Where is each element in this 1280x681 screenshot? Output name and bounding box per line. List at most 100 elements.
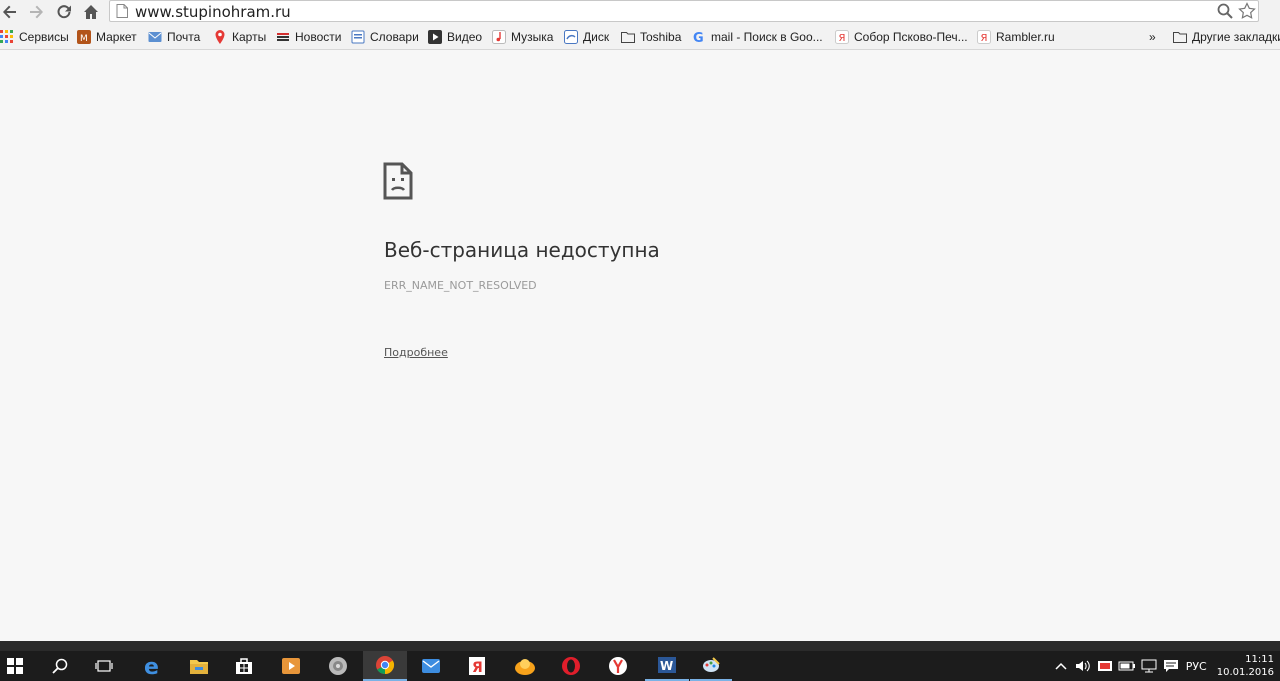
bookmark-toshiba[interactable]: Toshiba: [621, 28, 681, 46]
star-icon[interactable]: [1238, 2, 1256, 20]
yandex-icon: [609, 657, 627, 675]
taskbar-media-player[interactable]: [271, 651, 311, 681]
details-link[interactable]: Подробнее: [384, 346, 448, 359]
back-button[interactable]: [0, 2, 20, 22]
bookmark-label: Диск: [583, 30, 610, 44]
word-icon: W: [658, 657, 676, 673]
tray-volume[interactable]: [1072, 651, 1094, 681]
tray-network[interactable]: [1138, 651, 1160, 681]
svg-text:W: W: [660, 659, 673, 673]
bookmark-rambler[interactable]: Я Rambler.ru: [977, 28, 1055, 46]
bookmark-label: Видео: [447, 30, 483, 44]
svg-text:Я: Я: [472, 660, 483, 676]
video-icon: [428, 30, 442, 44]
address-bar[interactable]: www.stupinohram.ru: [109, 0, 1259, 22]
bookmarks-bar: Сервисы M Маркет Почта Карты Новости Сло…: [0, 24, 1280, 50]
search-button[interactable]: [40, 651, 80, 681]
bookmark-maps[interactable]: Карты: [213, 28, 266, 46]
market-icon: M: [77, 30, 91, 44]
clock-date: 10.01.2016: [1216, 667, 1274, 678]
bookmark-dictionaries[interactable]: Словари: [351, 28, 419, 46]
search-icon[interactable]: [1216, 2, 1234, 20]
bookmark-label: Маркет: [96, 30, 137, 44]
bookmark-label: Rambler.ru: [996, 30, 1055, 44]
bookmark-market[interactable]: M Маркет: [77, 28, 137, 46]
bookmark-label: Новости: [295, 30, 342, 44]
taskbar-mail[interactable]: [411, 651, 451, 681]
map-pin-icon: [213, 30, 227, 44]
taskbar-paint[interactable]: [690, 651, 732, 681]
disk-icon: [564, 30, 578, 44]
taskbar-chrome[interactable]: [363, 651, 407, 681]
google-icon: G: [692, 30, 706, 44]
forward-button[interactable]: [26, 2, 46, 22]
bookmark-google-search[interactable]: G mail - Поиск в Goo...: [692, 28, 823, 46]
taskbar-app-circle[interactable]: [318, 651, 358, 681]
tray-battery[interactable]: [1116, 651, 1138, 681]
bookmark-label: Музыка: [511, 30, 554, 44]
yandex-icon: Я: [469, 657, 485, 676]
error-code: ERR_NAME_NOT_RESOLVED: [384, 279, 537, 292]
bookmark-mail[interactable]: Почта: [148, 28, 200, 46]
windows-logo-icon: [7, 658, 23, 674]
taskbar-store[interactable]: [224, 651, 264, 681]
chevron-up-icon: [1055, 662, 1067, 670]
battery-icon: [1118, 661, 1135, 671]
bookmark-label: Собор Псково-Печ...: [854, 30, 968, 44]
mail-icon: [148, 30, 162, 44]
bookmark-video[interactable]: Видео: [428, 28, 482, 46]
folder-icon: [190, 660, 208, 674]
start-button[interactable]: [0, 651, 30, 681]
dictionary-icon: [351, 30, 365, 44]
bookmark-label: Другие закладки: [1192, 30, 1280, 44]
chrome-icon: [376, 656, 395, 674]
tray-app-icon: [1097, 661, 1112, 671]
volume-icon: [1075, 660, 1090, 672]
taskbar: e Я W РУС 11:11 10.01.2016: [0, 651, 1280, 681]
home-button[interactable]: [81, 2, 101, 22]
tray-overflow-button[interactable]: [1050, 651, 1072, 681]
taskbar-app-orange[interactable]: [505, 651, 545, 681]
arrow-left-icon: [3, 5, 16, 19]
bookmark-label: Сервисы: [19, 30, 69, 44]
taskbar-opera[interactable]: [551, 651, 591, 681]
task-view-icon: [95, 660, 113, 672]
search-icon: [52, 658, 68, 674]
bookmark-other[interactable]: Другие закладки: [1173, 28, 1280, 46]
folder-icon: [621, 30, 635, 44]
home-icon: [84, 5, 98, 19]
bookmarks-overflow-button[interactable]: »: [1149, 28, 1156, 46]
media-player-icon: [282, 658, 300, 674]
yandex-icon: Я: [835, 30, 849, 44]
mail-icon: [422, 659, 440, 673]
bookmark-label: Почта: [167, 30, 201, 44]
clock-time: 11:11: [1245, 654, 1274, 665]
system-tray: РУС 11:11 10.01.2016: [1050, 651, 1280, 681]
taskbar-word[interactable]: W: [645, 651, 689, 681]
taskbar-yandex-browser[interactable]: Я: [457, 651, 497, 681]
folder-icon: [1173, 30, 1187, 44]
background-window-edge: [0, 641, 1280, 651]
tray-notifications[interactable]: [1160, 651, 1182, 681]
svg-text:e: e: [144, 656, 159, 676]
opera-icon: [562, 657, 580, 675]
clock[interactable]: 11:11 10.01.2016: [1217, 653, 1274, 679]
store-icon: [236, 658, 252, 674]
svg-text:M: M: [80, 34, 88, 44]
svg-text:G: G: [693, 31, 704, 44]
bookmark-sobor[interactable]: Я Собор Псково-Печ...: [835, 28, 968, 46]
bookmark-news[interactable]: Новости: [276, 28, 341, 46]
overflow-chevron: »: [1149, 30, 1156, 44]
language-indicator[interactable]: РУС: [1186, 660, 1207, 673]
tray-app-red[interactable]: [1094, 651, 1116, 681]
bookmark-music[interactable]: Музыка: [492, 28, 553, 46]
taskbar-explorer[interactable]: [179, 651, 219, 681]
url-text: www.stupinohram.ru: [135, 3, 291, 21]
bookmark-disk[interactable]: Диск: [564, 28, 609, 46]
reload-button[interactable]: [54, 2, 74, 22]
task-view-button[interactable]: [84, 651, 124, 681]
taskbar-edge[interactable]: e: [133, 651, 173, 681]
bookmark-apps[interactable]: Сервисы: [0, 28, 69, 46]
taskbar-yandex[interactable]: [598, 651, 638, 681]
reload-icon: [57, 5, 71, 19]
